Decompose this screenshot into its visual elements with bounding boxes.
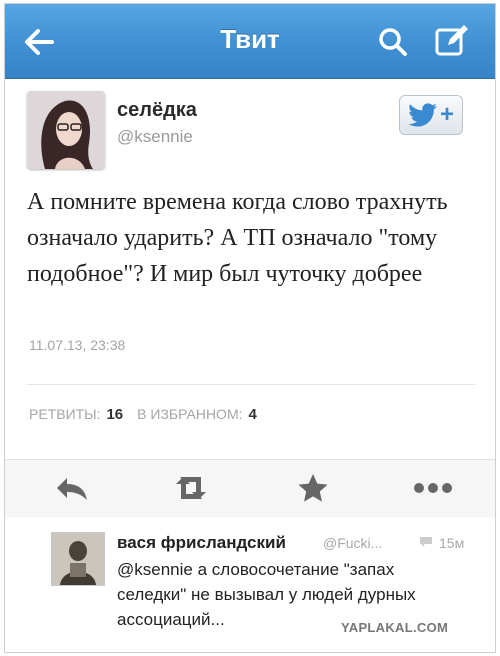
more-button[interactable]	[411, 472, 455, 504]
retweets-label[interactable]: РЕТВИТЫ:	[29, 406, 100, 422]
twitter-bird-icon	[408, 103, 437, 127]
watermark: YAPLAKAL.COM	[341, 620, 449, 635]
retweet-icon	[176, 477, 206, 499]
reply-avatar-photo	[52, 533, 104, 585]
speech-bubble-icon	[420, 537, 432, 547]
star-icon	[298, 474, 328, 502]
search-icon	[379, 28, 407, 56]
tweet-text: А помните времена когда слово трахнуть о…	[27, 189, 448, 287]
reply-author-name[interactable]: вася фрисландский	[117, 533, 286, 553]
more-dots-icon	[414, 483, 452, 493]
tweet-stats: РЕТВИТЫ: 16 В ИЗБРАННОМ: 4	[29, 406, 271, 423]
action-bar	[5, 459, 495, 518]
author-handle[interactable]: @ksennie	[117, 127, 193, 147]
favorite-button[interactable]	[293, 472, 333, 504]
reply-button[interactable]	[53, 472, 93, 504]
reply-item[interactable]: вася фрисландский @Fucki... 15м @ksennie…	[5, 517, 495, 652]
reply-time: 15м	[439, 535, 465, 551]
tweet-timestamp: 11.07.13, 23:38	[29, 337, 126, 353]
author-name[interactable]: селёдка	[117, 99, 197, 122]
top-bar: Твит	[5, 4, 495, 79]
reply-avatar[interactable]	[51, 532, 105, 586]
favorites-count[interactable]: 4	[249, 406, 257, 423]
divider	[27, 384, 475, 385]
retweet-button[interactable]	[171, 472, 211, 504]
follow-button[interactable]: +	[399, 95, 463, 135]
tweet-detail: селёдка @ksennie + А помните времена ког…	[5, 79, 495, 459]
compose-icon	[435, 25, 468, 56]
follow-plus-sign: +	[439, 101, 454, 128]
compose-button[interactable]	[433, 22, 471, 60]
favorites-label[interactable]: В ИЗБРАННОМ:	[137, 406, 242, 422]
page-title: Твит	[220, 24, 280, 54]
avatar-photo	[27, 91, 105, 169]
avatar[interactable]	[27, 91, 105, 169]
reply-arrow-icon	[57, 478, 87, 500]
retweets-count[interactable]: 16	[106, 406, 123, 423]
search-button[interactable]	[375, 24, 411, 60]
reply-author-handle[interactable]: @Fucki...	[323, 535, 382, 551]
tweet-screen: Твит селёдка @ksennie + А помните времен…	[4, 3, 496, 653]
